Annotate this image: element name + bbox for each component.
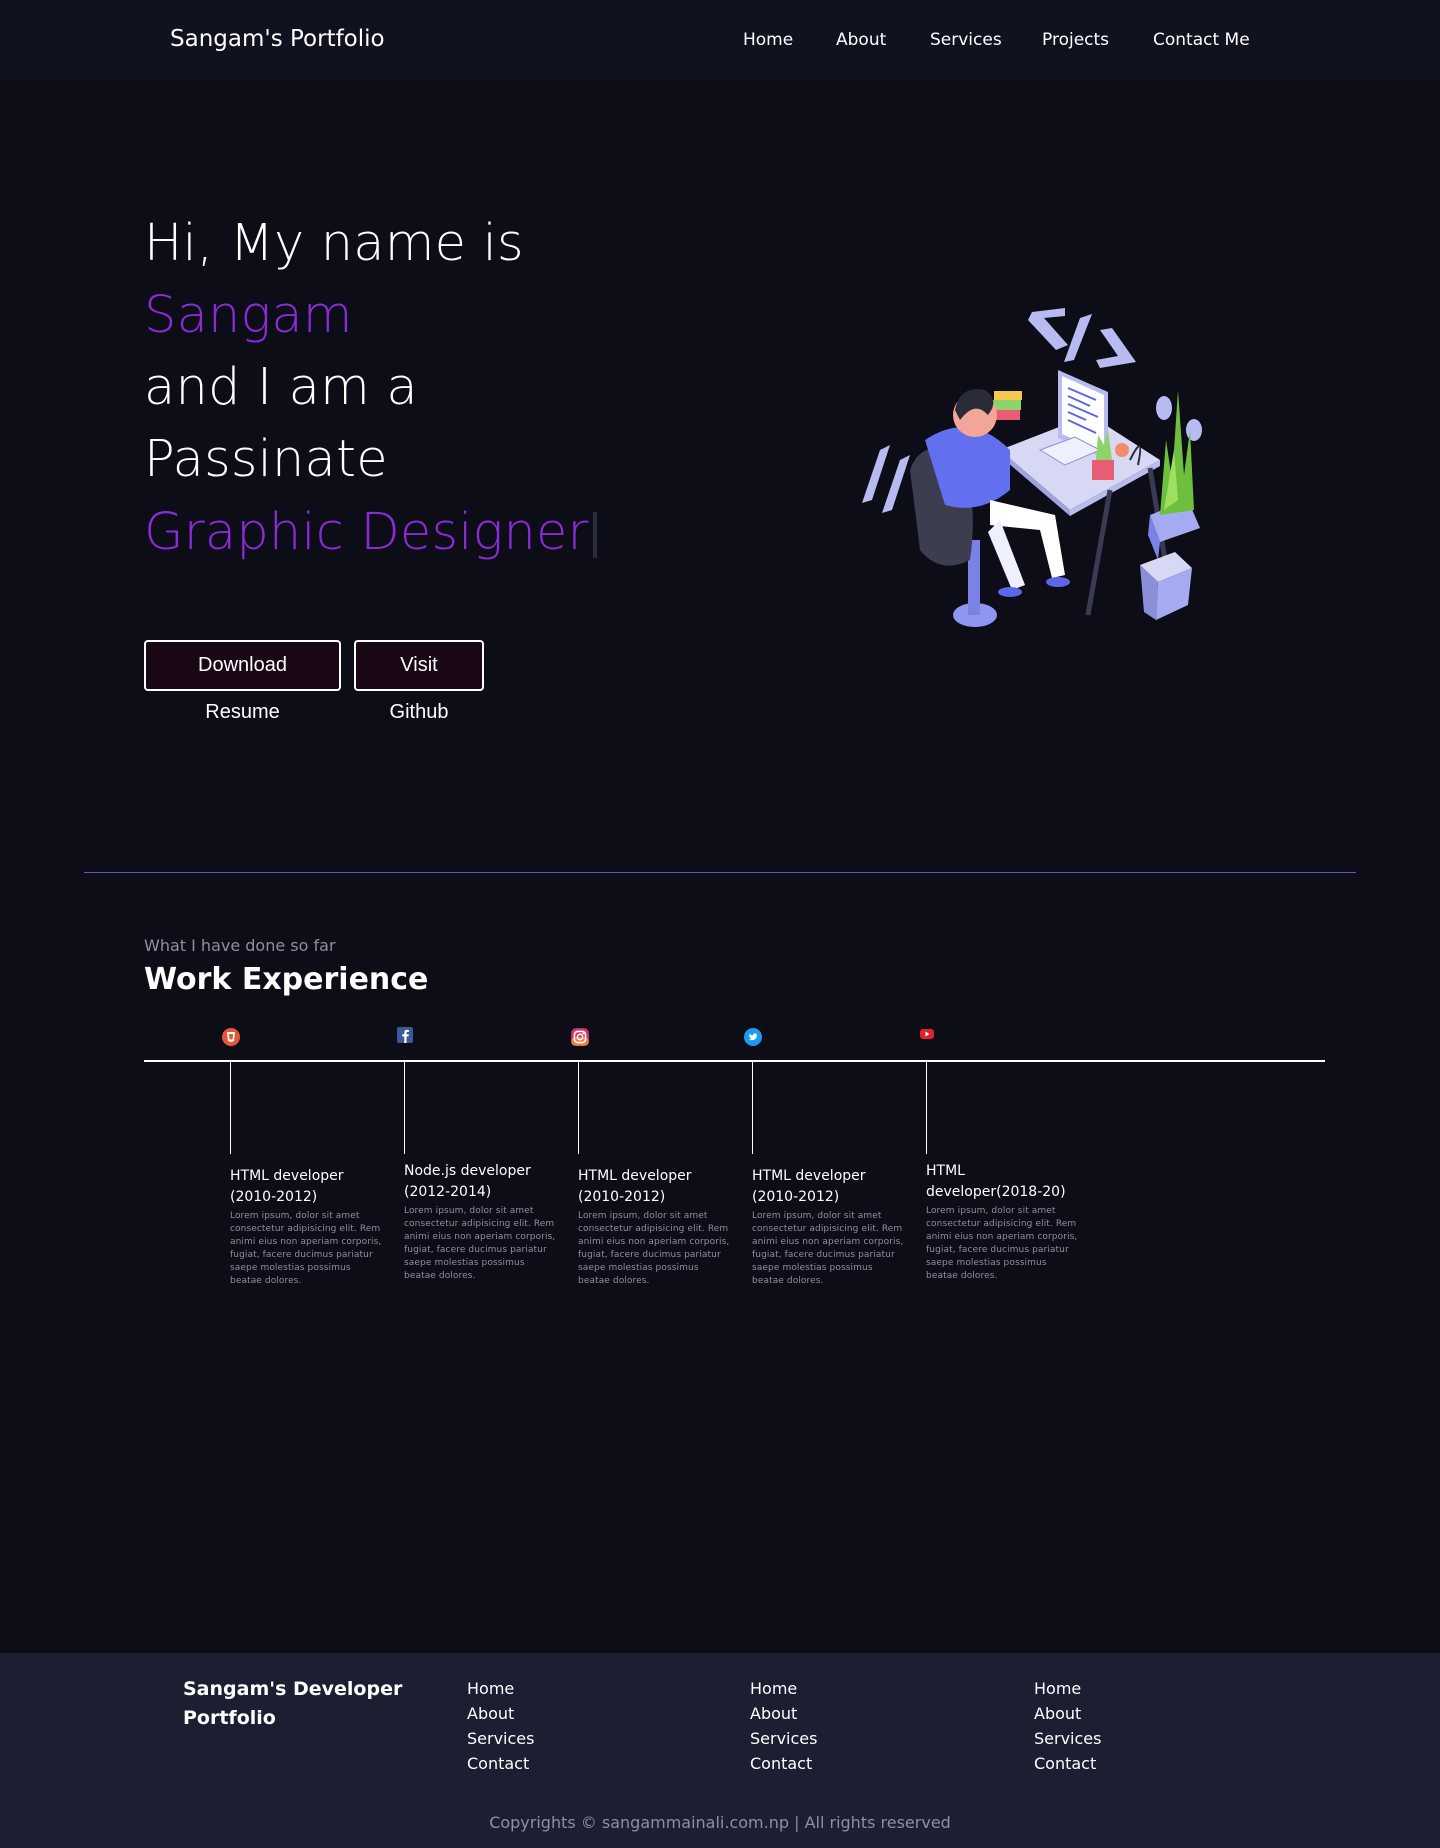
job-description: Lorem ipsum, dolor sit amet consectetur … (578, 1211, 730, 1286)
hero-greeting: Hi, My name is (144, 214, 524, 273)
twitter-icon (744, 1028, 762, 1046)
timeline-stem (578, 1062, 579, 1154)
section-title: Work Experience (144, 962, 429, 997)
section-subtitle: What I have done so far (144, 936, 336, 955)
footer-link-about[interactable]: About (1034, 1701, 1101, 1726)
job-description: Lorem ipsum, dolor sit amet consectetur … (230, 1211, 382, 1286)
footer-link-home[interactable]: Home (750, 1676, 817, 1701)
footer-link-about[interactable]: About (750, 1701, 817, 1726)
hero-intro: and I am a (144, 358, 418, 417)
footer-link-contact[interactable]: Contact (750, 1751, 817, 1776)
download-resume-button[interactable]: Download Resume (144, 640, 341, 723)
nav-link-home[interactable]: Home (743, 30, 793, 50)
job-description: Lorem ipsum, dolor sit amet consectetur … (404, 1206, 556, 1281)
nav-link-services[interactable]: Services (930, 30, 1002, 50)
timeline-line (144, 1060, 1325, 1062)
instagram-icon (571, 1028, 589, 1046)
footer-brand: Sangam's Developer Portfolio (183, 1678, 403, 1729)
footer-column: Home About Services Contact (467, 1676, 534, 1776)
developer-illustration (862, 308, 1202, 627)
nav-link-projects[interactable]: Projects (1042, 30, 1109, 50)
facebook-icon (397, 1027, 413, 1043)
job-title: HTML developer(2018-20) (926, 1163, 1066, 1200)
nav-link-contact[interactable]: Contact Me (1153, 30, 1250, 50)
timeline-stem (926, 1062, 927, 1154)
hero-role: Graphic Designer (144, 497, 597, 569)
timeline-stem (230, 1062, 231, 1154)
footer-column: Home About Services Contact (1034, 1676, 1101, 1776)
footer-link-home[interactable]: Home (1034, 1676, 1101, 1701)
footer-link-services[interactable]: Services (750, 1726, 817, 1751)
job-title: HTML developer (2010-2012) (230, 1168, 344, 1205)
footer: Sangam's Developer Portfolio Home About … (0, 1653, 1440, 1848)
footer-link-services[interactable]: Services (1034, 1726, 1101, 1751)
navbar: Sangam's Portfolio Home About Services P… (0, 0, 1440, 80)
visit-github-button[interactable]: Visit Github (354, 640, 484, 723)
nav-link-about[interactable]: About (836, 30, 886, 50)
job-description: Lorem ipsum, dolor sit amet consectetur … (926, 1206, 1078, 1281)
section-divider (84, 872, 1356, 873)
code-brackets-icon (1028, 308, 1136, 368)
footer-link-services[interactable]: Services (467, 1726, 534, 1751)
footer-column: Home About Services Contact (750, 1676, 817, 1776)
job-title: Node.js developer (2012-2014) (404, 1163, 531, 1200)
job-description: Lorem ipsum, dolor sit amet consectetur … (752, 1211, 904, 1286)
typing-caret (592, 512, 597, 558)
job-title: HTML developer (2010-2012) (752, 1168, 866, 1205)
footer-link-contact[interactable]: Contact (1034, 1751, 1101, 1776)
timeline-stem (752, 1062, 753, 1154)
footer-link-contact[interactable]: Contact (467, 1751, 534, 1776)
footer-link-home[interactable]: Home (467, 1676, 534, 1701)
timeline-stem (404, 1062, 405, 1154)
job-title: HTML developer (2010-2012) (578, 1168, 692, 1205)
copyright-text: Copyrights © sangammainali.com.np | All … (489, 1813, 951, 1832)
hero-name: Sangam (144, 286, 353, 345)
hero-adjective: Passinate (144, 430, 388, 489)
youtube-icon (920, 1029, 934, 1039)
hero-role-text: Graphic Designer (144, 503, 589, 562)
html5-icon (222, 1028, 240, 1046)
footer-link-about[interactable]: About (467, 1701, 534, 1726)
nav-links: Home About Services Projects Contact Me (0, 30, 1440, 54)
